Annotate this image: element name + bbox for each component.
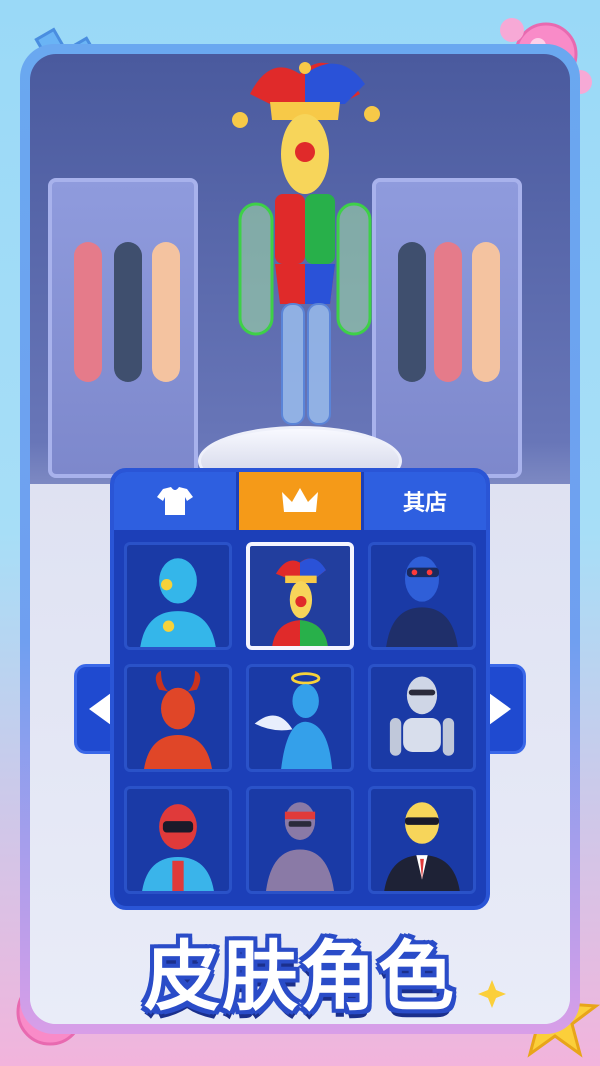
tab-skins[interactable] xyxy=(239,472,364,530)
demon-avatar xyxy=(144,670,212,769)
skin-panel: 其店 xyxy=(110,468,490,910)
skin-racer[interactable] xyxy=(124,786,232,894)
wardrobe-left xyxy=(48,178,198,478)
clothing-icon xyxy=(157,487,193,515)
skin-agent[interactable] xyxy=(368,786,476,894)
skin-angel[interactable] xyxy=(246,664,354,772)
cyber-ninja-avatar xyxy=(386,556,458,647)
tab-shop-label: 其店 xyxy=(402,491,447,516)
hanging-garment xyxy=(74,242,102,382)
banner-title: 皮肤角色 xyxy=(144,932,456,1021)
hanging-garment xyxy=(472,242,500,382)
sparkle-icon xyxy=(478,980,506,1008)
hanging-garment xyxy=(152,242,180,382)
skin-crash-test-dummy[interactable] xyxy=(124,542,232,650)
jester-avatar xyxy=(272,558,328,646)
crown-icon xyxy=(282,488,318,512)
skin-demon[interactable] xyxy=(124,664,232,772)
tab-clothing[interactable] xyxy=(114,472,239,530)
skin-jester[interactable] xyxy=(246,542,354,650)
ninja-avatar xyxy=(266,802,334,891)
tab-bar: 其店 xyxy=(114,472,486,530)
skin-ninja[interactable] xyxy=(246,786,354,894)
skin-robot[interactable] xyxy=(368,664,476,772)
skin-cyber-ninja[interactable] xyxy=(368,542,476,650)
hanging-garment xyxy=(114,242,142,382)
robot-avatar xyxy=(389,676,455,756)
angel-avatar xyxy=(254,672,333,769)
hanging-garment xyxy=(434,242,462,382)
racer-avatar xyxy=(142,804,214,891)
chevron-right-icon xyxy=(489,693,511,725)
agent-avatar xyxy=(384,802,460,891)
skin-grid xyxy=(124,542,476,894)
tab-shop[interactable]: 其店 xyxy=(364,472,486,530)
jester-mannequin xyxy=(232,62,380,425)
crash-test-dummy-avatar xyxy=(140,558,216,647)
